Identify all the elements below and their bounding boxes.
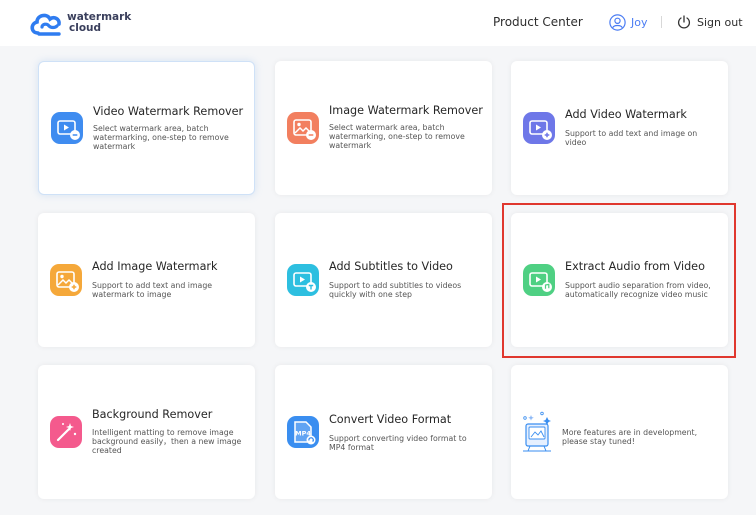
card-description: Support to add subtitles to videos quick…	[329, 281, 462, 299]
power-icon	[677, 15, 691, 29]
card-description: Support audio separation from video, aut…	[565, 281, 711, 299]
card-title: Add Subtitles to Video	[329, 260, 453, 273]
user-name: Joy	[631, 15, 648, 29]
image-icon	[50, 264, 82, 296]
card-title: Add Image Watermark	[92, 260, 218, 273]
card-description: Support to add text and image on video	[565, 129, 698, 147]
card-description: Support converting video format to MP4 f…	[329, 434, 467, 452]
card-video-watermark-remover[interactable]: Video Watermark Remover Select watermark…	[38, 61, 255, 195]
card-add-video-watermark[interactable]: Add Video Watermark Support to add text …	[511, 61, 728, 195]
development-illustration-icon	[523, 411, 551, 452]
card-title: Image Watermark Remover	[329, 104, 483, 117]
sign-out-button[interactable]: Sign out	[677, 13, 743, 31]
card-background-remover[interactable]: Background Remover Intelligent matting t…	[38, 365, 255, 499]
card-title: Convert Video Format	[329, 413, 452, 426]
cloud-logo-icon	[30, 13, 61, 36]
card-add-image-watermark[interactable]: Add Image Watermark Support to add text …	[38, 213, 255, 347]
card-extract-audio-from-video[interactable]: Extract Audio from Video Support audio s…	[511, 213, 728, 347]
subtitles-icon	[287, 264, 319, 296]
card-more-features: More features are in development, please…	[511, 365, 728, 499]
card-title: Background Remover	[92, 408, 213, 421]
card-title: Extract Audio from Video	[565, 260, 705, 273]
card-title: Video Watermark Remover	[93, 105, 244, 118]
nav-divider	[661, 16, 662, 28]
magic-wand-icon	[50, 416, 82, 448]
logo[interactable]: watermark cloud	[29, 9, 139, 39]
video-icon	[523, 112, 555, 144]
more-features-message: More features are in development, please…	[562, 428, 698, 446]
logo-text-line2: cloud	[69, 22, 102, 34]
sign-out-label: Sign out	[697, 15, 743, 29]
mp4-file-icon: MP4	[287, 416, 319, 448]
card-image-watermark-remover[interactable]: Image Watermark Remover Select watermark…	[275, 61, 492, 195]
card-add-subtitles-to-video[interactable]: Add Subtitles to Video Support to add su…	[275, 213, 492, 347]
user-menu[interactable]: Joy	[609, 13, 647, 31]
card-description: Select watermark area, batch watermarkin…	[93, 124, 229, 151]
audio-icon	[523, 264, 555, 296]
user-icon	[609, 13, 626, 31]
card-description: Support to add text and image watermark …	[92, 281, 213, 299]
product-center-link[interactable]: Product Center	[493, 15, 583, 29]
image-icon	[287, 112, 319, 144]
card-title: Add Video Watermark	[565, 108, 687, 121]
video-icon	[51, 112, 83, 144]
card-description: Intelligent matting to remove image back…	[92, 428, 242, 455]
card-convert-video-format[interactable]: MP4 Convert Video Format Support convert…	[275, 365, 492, 499]
card-description: Select watermark area, batch watermarkin…	[329, 123, 465, 150]
top-header: watermark cloud Product Center Joy Sign …	[0, 0, 756, 46]
